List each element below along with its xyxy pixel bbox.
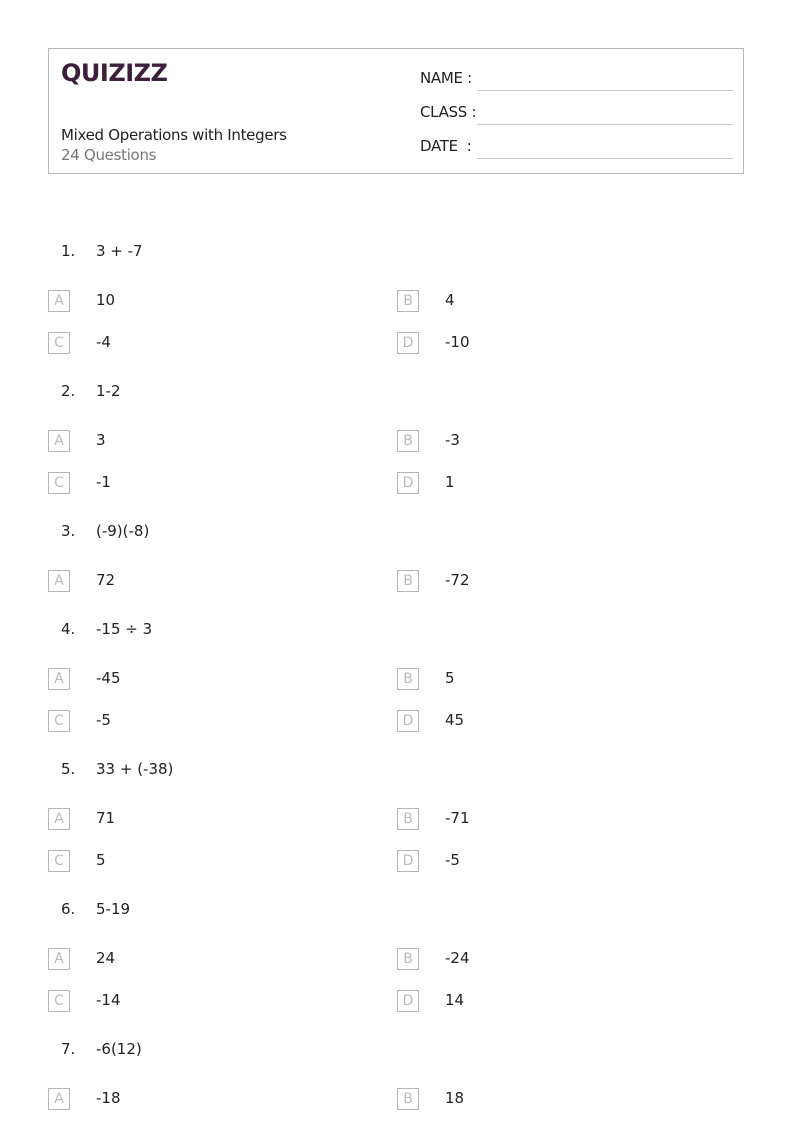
question-number: 7. [61,1040,76,1058]
worksheet-header: QUIZIZZ Mixed Operations with Integers 2… [48,48,744,174]
question-number: 3. [61,522,76,540]
option-d-text: 1 [445,473,455,491]
option-d-box[interactable]: D [397,332,419,354]
option-b-text: -24 [445,949,470,967]
date-field[interactable] [477,158,733,159]
question-number: 5. [61,760,76,778]
date-label: DATE : [420,137,472,155]
option-a-text: 71 [96,809,116,827]
option-b-text: 18 [445,1089,465,1107]
option-a-box[interactable]: A [48,570,70,592]
option-a-box[interactable]: A [48,290,70,312]
option-a-box[interactable]: A [48,808,70,830]
option-a-text: 24 [96,949,116,967]
name-field[interactable] [477,90,733,91]
option-a-box[interactable]: A [48,1088,70,1110]
option-a-text: 72 [96,571,116,589]
option-b-box[interactable]: B [397,290,419,312]
option-d-box[interactable]: D [397,710,419,732]
option-b-box[interactable]: B [397,570,419,592]
question-text: (-9)(-8) [96,522,150,540]
option-b-box[interactable]: B [397,430,419,452]
class-label: CLASS : [420,103,477,121]
question-text: 33 + (-38) [96,760,174,778]
question-text: 1-2 [96,382,121,400]
worksheet-title: Mixed Operations with Integers [61,126,287,144]
question-number: 2. [61,382,76,400]
option-c-text: -5 [96,711,111,729]
class-field[interactable] [477,124,733,125]
option-b-box[interactable]: B [397,808,419,830]
option-b-text: -72 [445,571,470,589]
option-c-text: 5 [96,851,106,869]
option-c-text: -4 [96,333,111,351]
option-b-box[interactable]: B [397,1088,419,1110]
option-b-text: -3 [445,431,460,449]
question-text: 5-19 [96,900,131,918]
question-number: 4. [61,620,76,638]
option-a-text: -18 [96,1089,121,1107]
option-c-text: -1 [96,473,111,491]
option-c-box[interactable]: C [48,850,70,872]
option-a-box[interactable]: A [48,668,70,690]
question-count: 24 Questions [61,146,157,164]
question-text: -15 ÷ 3 [96,620,153,638]
option-a-text: -45 [96,669,121,687]
option-d-text: 45 [445,711,465,729]
option-c-box[interactable]: C [48,472,70,494]
quizizz-logo: QUIZIZZ [61,59,168,87]
option-a-text: 3 [96,431,106,449]
question-number: 6. [61,900,76,918]
option-d-text: -5 [445,851,460,869]
option-c-box[interactable]: C [48,990,70,1012]
question-number: 1. [61,242,76,260]
option-b-text: 4 [445,291,455,309]
name-label: NAME : [420,69,472,87]
option-d-box[interactable]: D [397,472,419,494]
option-a-box[interactable]: A [48,948,70,970]
option-b-text: 5 [445,669,455,687]
option-c-box[interactable]: C [48,710,70,732]
option-c-box[interactable]: C [48,332,70,354]
option-b-box[interactable]: B [397,948,419,970]
question-text: 3 + -7 [96,242,143,260]
option-d-text: -10 [445,333,470,351]
option-b-box[interactable]: B [397,668,419,690]
option-a-box[interactable]: A [48,430,70,452]
option-c-text: -14 [96,991,121,1009]
option-b-text: -71 [445,809,470,827]
option-d-box[interactable]: D [397,990,419,1012]
question-text: -6(12) [96,1040,142,1058]
option-a-text: 10 [96,291,116,309]
option-d-text: 14 [445,991,465,1009]
option-d-box[interactable]: D [397,850,419,872]
